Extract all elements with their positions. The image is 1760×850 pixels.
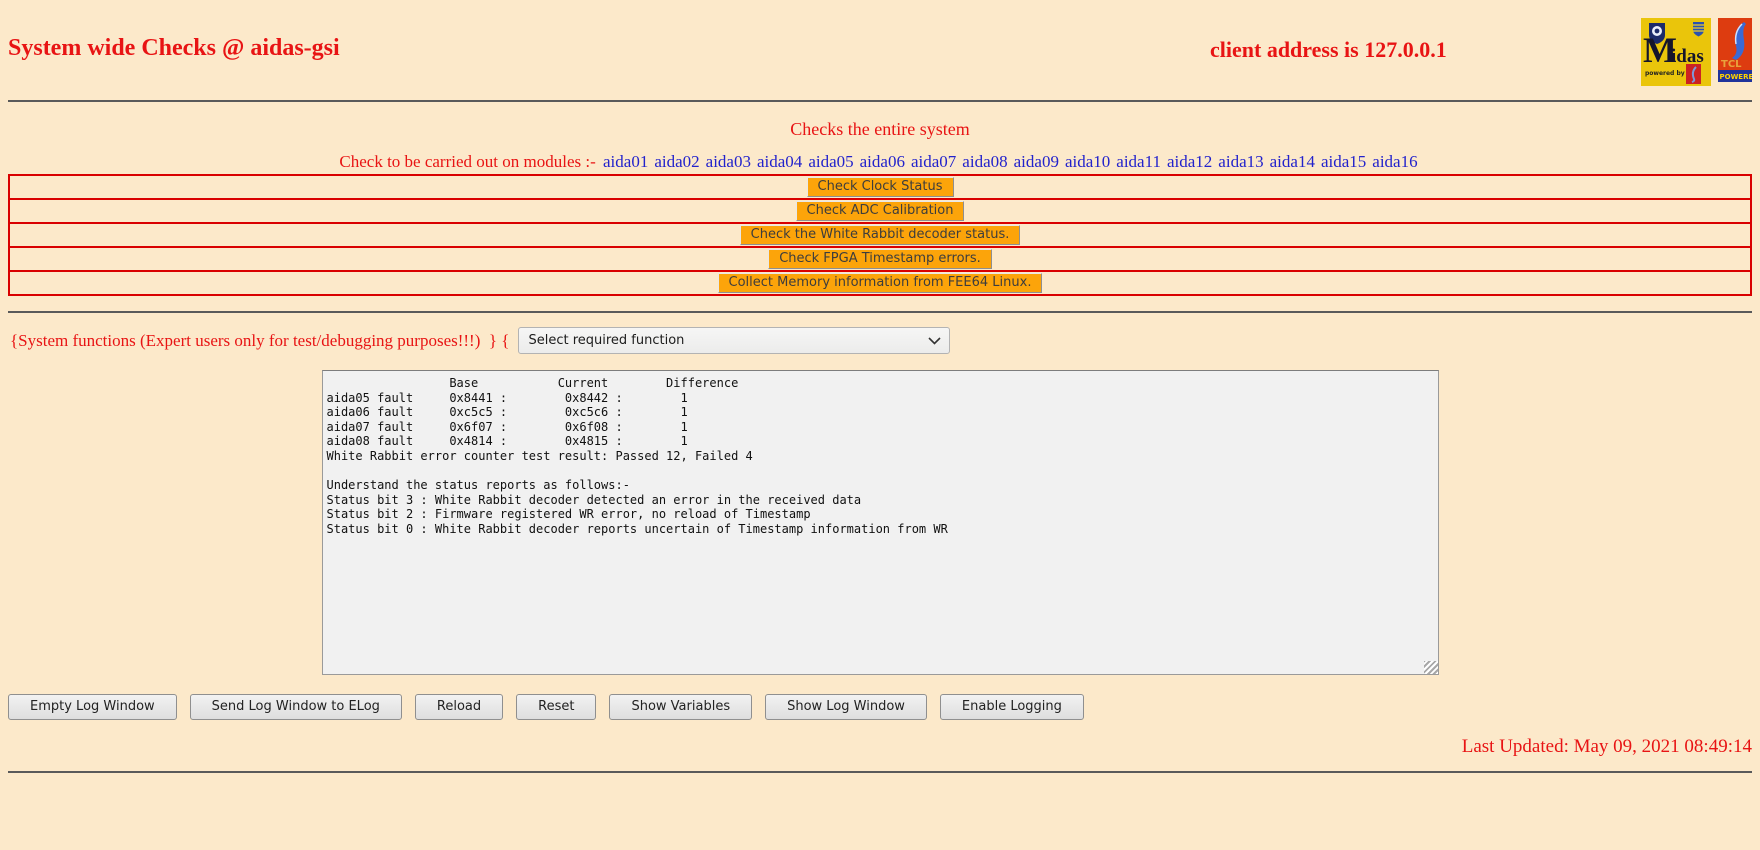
module-link-aida03[interactable]: aida03 bbox=[706, 152, 751, 171]
function-select[interactable]: Select required function bbox=[518, 327, 950, 354]
midas-powered-by: powered by bbox=[1645, 70, 1685, 77]
function-select-wrap: Select required function bbox=[518, 327, 950, 354]
module-link-aida16[interactable]: aida16 bbox=[1372, 152, 1417, 171]
module-link-aida15[interactable]: aida15 bbox=[1321, 152, 1366, 171]
toolbar-button-send-log-window-to-elog[interactable]: Send Log Window to ELog bbox=[190, 694, 402, 720]
log-window-wrap: Base Current Difference aida05 fault 0x8… bbox=[322, 370, 1439, 675]
tcl-powered-logo: TCL POWERED bbox=[1718, 18, 1752, 82]
module-link-aida11[interactable]: aida11 bbox=[1116, 152, 1161, 171]
header: System wide Checks @ aidas-gsi client ad… bbox=[8, 8, 1752, 100]
toolbar-button-reload[interactable]: Reload bbox=[415, 694, 503, 720]
logos: M idas powered by TCL POWERED bbox=[1641, 18, 1752, 86]
system-functions-label: {System functions (Expert users only for… bbox=[10, 331, 509, 351]
page-title: System wide Checks @ aidas-gsi bbox=[8, 35, 340, 62]
module-link-aida12[interactable]: aida12 bbox=[1167, 152, 1212, 171]
tcl-logo-text: TCL bbox=[1721, 59, 1742, 70]
module-link-aida04[interactable]: aida04 bbox=[757, 152, 802, 171]
module-link-aida09[interactable]: aida09 bbox=[1014, 152, 1059, 171]
toolbar: Empty Log Window Send Log Window to ELog R… bbox=[8, 694, 1752, 720]
section-divider bbox=[8, 311, 1752, 313]
toolbar-button-empty-log-window[interactable]: Empty Log Window bbox=[8, 694, 177, 720]
module-link-aida07[interactable]: aida07 bbox=[911, 152, 956, 171]
modules-line: Check to be carried out on modules :- ai… bbox=[8, 152, 1752, 172]
page: System wide Checks @ aidas-gsi client ad… bbox=[0, 0, 1760, 850]
midas-logo-idas: idas bbox=[1671, 46, 1704, 67]
module-link-aida02[interactable]: aida02 bbox=[654, 152, 699, 171]
check-button-1[interactable]: Check ADC Calibration bbox=[796, 201, 965, 221]
midas-logo: M idas powered by bbox=[1641, 18, 1711, 86]
check-button-2[interactable]: Check the White Rabbit decoder status. bbox=[740, 225, 1021, 245]
check-row-2: Check the White Rabbit decoder status. bbox=[10, 224, 1750, 248]
check-button-0[interactable]: Check Clock Status bbox=[807, 177, 954, 197]
client-address: client address is 127.0.0.1 bbox=[1210, 37, 1447, 63]
module-link-aida05[interactable]: aida05 bbox=[808, 152, 853, 171]
check-row-3: Check FPGA Timestamp errors. bbox=[10, 248, 1750, 272]
module-link-aida06[interactable]: aida06 bbox=[860, 152, 905, 171]
check-button-4[interactable]: Collect Memory information from FEE64 Li… bbox=[718, 273, 1043, 293]
tcl-powered-text: POWERED bbox=[1720, 73, 1753, 81]
check-row-1: Check ADC Calibration bbox=[10, 200, 1750, 224]
system-functions-row: {System functions (Expert users only for… bbox=[8, 327, 1752, 354]
toolbar-button-reset[interactable]: Reset bbox=[516, 694, 596, 720]
last-updated: Last Updated: May 09, 2021 08:49:14 bbox=[8, 736, 1752, 758]
toolbar-button-enable-logging[interactable]: Enable Logging bbox=[940, 694, 1084, 720]
toolbar-button-show-log-window[interactable]: Show Log Window bbox=[765, 694, 927, 720]
log-window[interactable]: Base Current Difference aida05 fault 0x8… bbox=[322, 370, 1439, 675]
footer-divider bbox=[8, 771, 1752, 773]
check-buttons-table: Check Clock Status Check ADC Calibration C… bbox=[8, 174, 1752, 296]
toolbar-button-show-variables[interactable]: Show Variables bbox=[609, 694, 752, 720]
checks-heading: Checks the entire system bbox=[8, 119, 1752, 140]
module-link-aida14[interactable]: aida14 bbox=[1270, 152, 1315, 171]
module-link-aida01[interactable]: aida01 bbox=[603, 152, 648, 171]
modules-label: Check to be carried out on modules :- bbox=[339, 152, 595, 171]
module-link-aida13[interactable]: aida13 bbox=[1218, 152, 1263, 171]
module-link-aida10[interactable]: aida10 bbox=[1065, 152, 1110, 171]
module-link-aida08[interactable]: aida08 bbox=[962, 152, 1007, 171]
check-row-0: Check Clock Status bbox=[10, 176, 1750, 200]
check-button-3[interactable]: Check FPGA Timestamp errors. bbox=[768, 249, 992, 269]
check-row-4: Collect Memory information from FEE64 Li… bbox=[10, 272, 1750, 294]
resize-handle[interactable] bbox=[1424, 661, 1438, 674]
header-divider bbox=[8, 100, 1752, 102]
module-list: aida01 aida02 aida03 aida04 aida05 aida06 aida… bbox=[600, 152, 1421, 171]
